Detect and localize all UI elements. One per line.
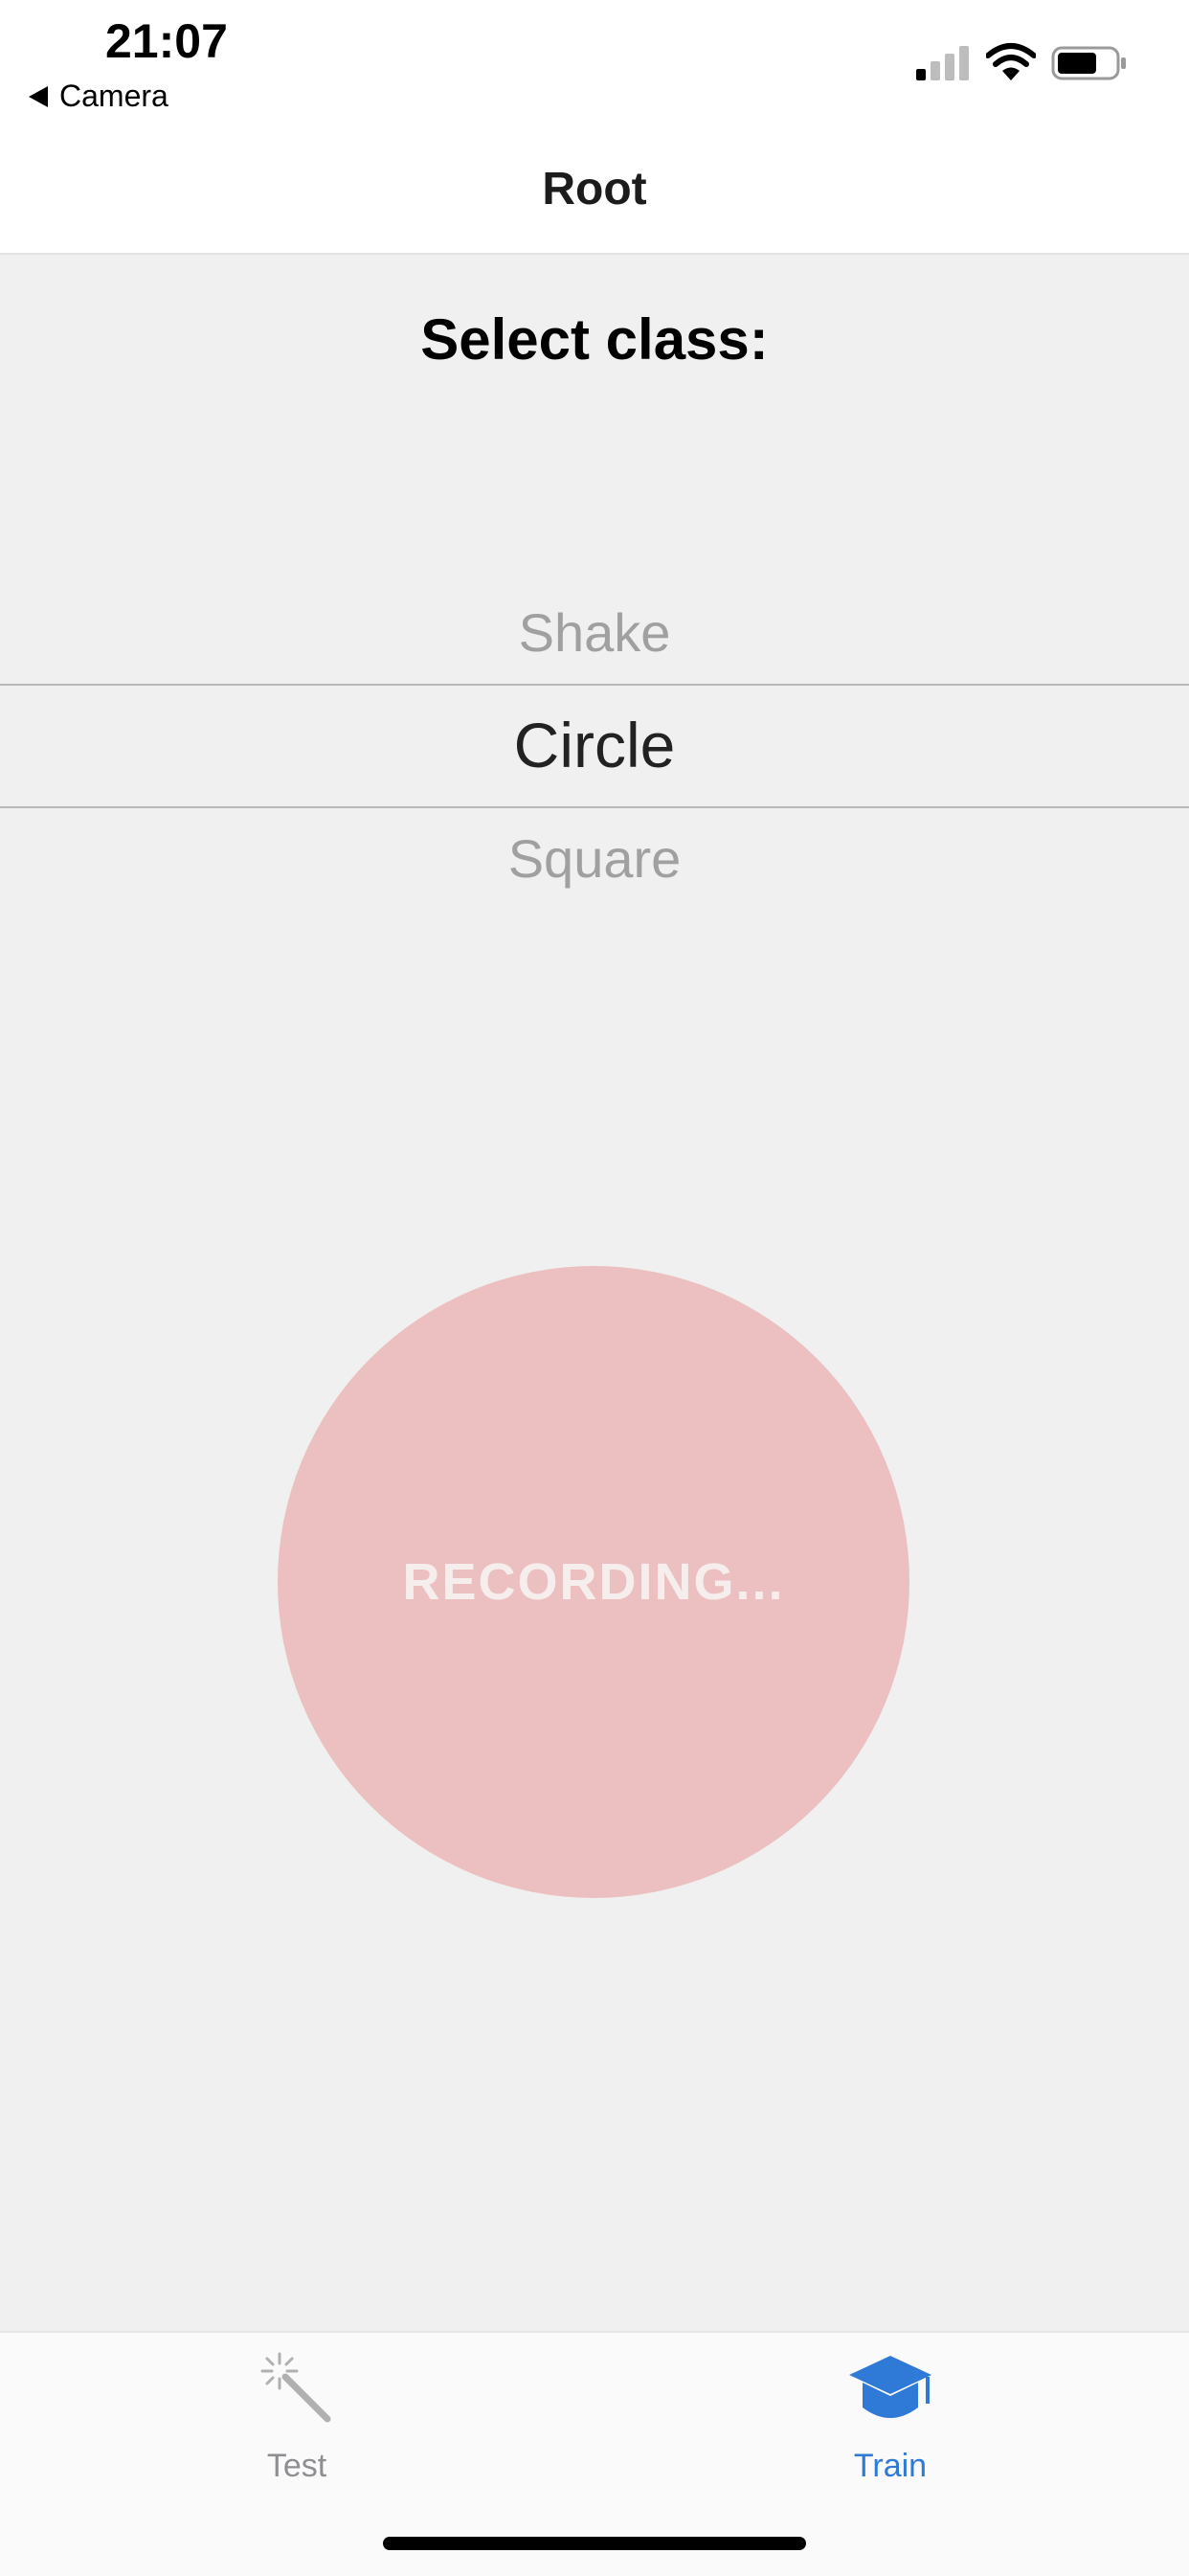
picker-option-circle-selected[interactable]: Circle [0, 709, 1189, 781]
battery-icon [1051, 46, 1126, 80]
picker-option-square[interactable]: Square [0, 827, 1189, 890]
select-class-heading: Select class: [420, 307, 769, 372]
picker-selection-top-line [0, 684, 1189, 686]
record-button[interactable]: RECORDING... [278, 1266, 909, 1898]
navigation-bar: Root [0, 134, 1189, 255]
back-to-camera-link[interactable]: Camera [29, 79, 168, 114]
tab-train[interactable]: Train [766, 2333, 1015, 2505]
tab-train-label: Train [853, 2448, 928, 2484]
home-indicator[interactable] [383, 2537, 806, 2550]
tab-test-label: Test [266, 2448, 327, 2484]
back-app-label: Camera [59, 79, 168, 113]
page-title: Root [542, 164, 647, 215]
status-time: 21:07 [105, 14, 228, 68]
magic-wand-icon [260, 2352, 331, 2423]
picker-option-shake[interactable]: Shake [0, 601, 1189, 664]
cellular-signal-icon [916, 46, 970, 80]
record-button-label: RECORDING... [402, 1553, 785, 1611]
graduation-cap-icon [849, 2356, 931, 2418]
back-arrow-icon [29, 85, 48, 107]
picker-selection-bottom-line [0, 806, 1189, 808]
tab-test[interactable]: Test [172, 2333, 421, 2505]
status-bar: 21:07 Camera [0, 0, 1189, 134]
wifi-icon [986, 43, 1036, 80]
